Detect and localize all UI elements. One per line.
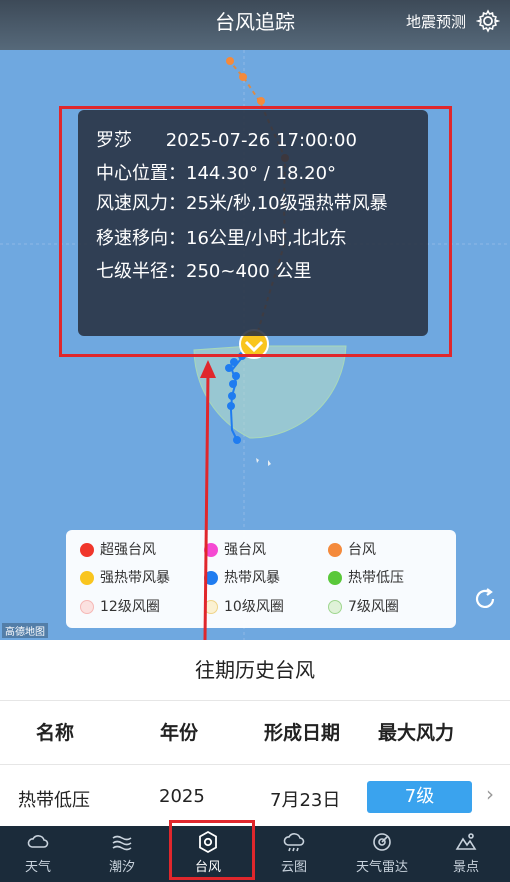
legend-dot — [80, 571, 94, 585]
history-row-date[interactable]: 7月23日 — [270, 786, 340, 812]
column-header-date: 形成日期 — [264, 722, 341, 744]
column-header-year: 年份 — [160, 722, 199, 744]
legend-dot — [80, 543, 94, 557]
history-title: 往期历史台风 — [195, 658, 315, 682]
track-point — [229, 380, 237, 388]
map-legend: 超强台风 强台风 台风 强热带风暴 热带风暴 热带低压 12级风圈 10级风圈 — [66, 530, 456, 628]
history-typhoon-section: 往期历史台风 名称 年份 形成日期 最大风力 热带低压 2025 7月23日 7… — [0, 640, 510, 826]
nav-tab-tide[interactable]: 潮汐 — [92, 826, 152, 882]
history-row-year[interactable]: 2025 — [159, 786, 205, 807]
popup-highlight-frame — [59, 106, 452, 357]
earthquake-forecast-link[interactable]: 地震预测 — [406, 0, 466, 44]
nav-tab-scenic[interactable]: 景点 — [436, 826, 496, 882]
history-row-name[interactable]: 热带低压 — [18, 786, 90, 812]
legend-ring — [80, 600, 94, 614]
refresh-icon[interactable] — [472, 586, 498, 612]
nav-tab-weather[interactable]: 天气 — [8, 826, 68, 882]
history-row-level-badge[interactable]: 7级 — [367, 781, 472, 813]
legend-dot — [328, 543, 342, 557]
legend-ring — [204, 600, 218, 614]
legend-dot — [204, 571, 218, 585]
forecast-point — [239, 73, 247, 81]
track-point — [225, 364, 233, 372]
track-point — [232, 372, 240, 380]
forecast-point — [226, 57, 234, 65]
cloud-map-icon — [283, 833, 305, 852]
track-point — [227, 402, 235, 410]
legend-dot — [328, 571, 342, 585]
gear-icon[interactable] — [476, 9, 500, 33]
typhoon-tab-highlight-frame — [169, 820, 255, 880]
track-point — [228, 392, 236, 400]
nav-tab-cloud-map[interactable]: 云图 — [264, 826, 324, 882]
bottom-navigation: 天气 潮汐 台风 云图 天气雷达 景点 — [0, 826, 510, 882]
weather-icon — [27, 835, 49, 848]
column-header-max-wind: 最大风力 — [378, 722, 455, 744]
wind-circle-7 — [193, 345, 347, 439]
legend-ring — [328, 600, 342, 614]
chevron-right-icon[interactable]: › — [486, 782, 494, 806]
scenic-icon — [455, 833, 477, 850]
nav-tab-radar[interactable]: 天气雷达 — [350, 826, 414, 882]
app-header: 台风追踪 地震预测 — [0, 0, 510, 50]
track-point — [233, 436, 241, 444]
legend-dot — [204, 543, 218, 557]
radar-icon — [373, 833, 391, 851]
tide-icon — [112, 835, 132, 851]
forecast-point — [257, 97, 265, 105]
column-header-name: 名称 — [36, 722, 75, 744]
amap-logo: 高德地图 — [2, 623, 48, 638]
